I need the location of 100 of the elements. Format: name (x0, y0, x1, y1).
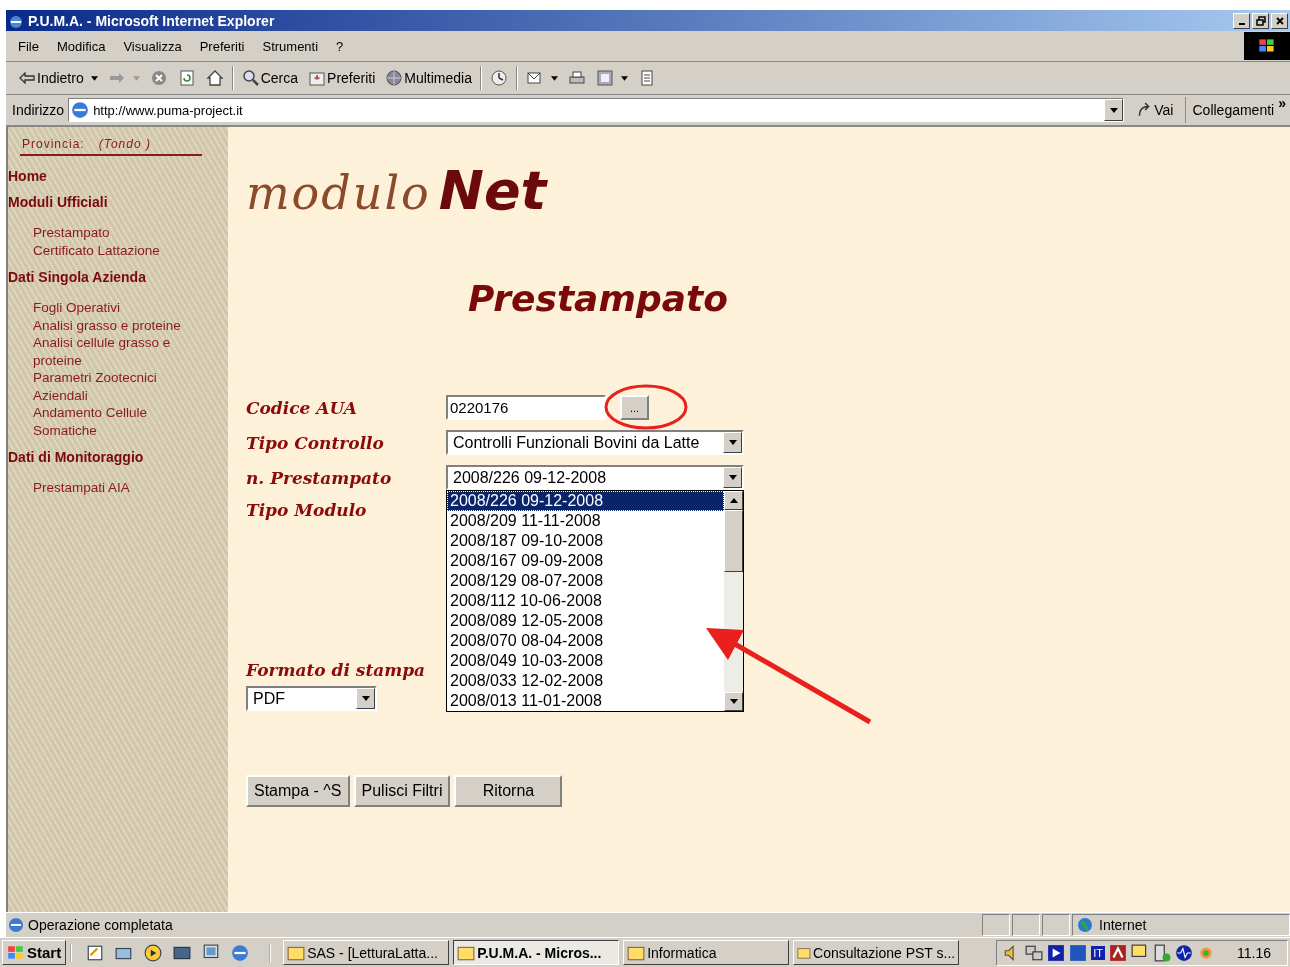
province-label: Provincia: (22, 137, 85, 151)
caret-icon (90, 75, 98, 81)
dropdown-option[interactable]: 2008/070 08-04-2008 (447, 631, 604, 651)
dropdown-option[interactable]: 2008/187 09-10-2008 (447, 531, 604, 551)
network-icon[interactable] (1025, 943, 1044, 962)
dropdown-option[interactable]: 2008/089 12-05-2008 (447, 611, 604, 631)
status-panel (1012, 914, 1040, 936)
taskbar-button[interactable]: Consultazione PST s... (793, 940, 960, 965)
search-icon (241, 69, 260, 87)
dropdown-option[interactable]: 2008/013 11-01-2008 (447, 691, 602, 711)
dropdown-option[interactable]: 2008/112 10-06-2008 (447, 591, 602, 611)
status-text: Operazione completata (28, 917, 173, 933)
taskbar-button[interactable]: Informatica (623, 940, 790, 965)
toolbar-button[interactable]: Cerca (237, 67, 303, 89)
close-icon (1274, 15, 1285, 26)
media-player-icon[interactable] (144, 943, 163, 962)
windows-flag-icon (7, 943, 25, 962)
scroll-up-icon (729, 498, 738, 503)
sidebar-link[interactable]: Prestampati AIA (33, 479, 208, 497)
globe-icon (385, 69, 404, 87)
scrollbar[interactable] (724, 491, 743, 711)
field-label: Tipo Controllo (246, 432, 385, 453)
dropdown-option[interactable]: 2008/226 09-12-2008 (447, 491, 724, 511)
address-label: Indirizzo (12, 102, 65, 118)
tray-icon[interactable] (1109, 943, 1127, 962)
restore-button[interactable] (1252, 12, 1269, 29)
menu-item[interactable]: Visualizza (115, 38, 192, 54)
back-arrow-icon (18, 69, 36, 87)
field-label: n. Prestampato (246, 467, 393, 488)
dropdown-option[interactable]: 2008/033 12-02-2008 (447, 671, 604, 691)
field-label: Tipo Modulo (246, 500, 368, 520)
sidebar-link[interactable]: Analisi cellule grasso e proteine (33, 334, 208, 369)
stop-icon (149, 69, 168, 87)
sidebar-section-link[interactable]: Dati di Monitoraggio (8, 449, 228, 465)
window-title: P.U.M.A. - Microsoft Internet Explorer (28, 12, 276, 29)
dropdown-arrow-icon (728, 440, 737, 445)
printer-icon (568, 69, 586, 87)
print-format-select[interactable]: PDF (246, 686, 377, 711)
sidebar-section-link[interactable]: Dati Singola Azienda (8, 269, 228, 285)
menu-item[interactable]: ? (328, 38, 354, 54)
sidebar-link[interactable]: Prestampato (33, 224, 208, 242)
sidebar-link[interactable]: Fogli Operativi (33, 299, 208, 317)
status-panel (982, 914, 1010, 936)
go-button[interactable]: Vai (1124, 97, 1187, 123)
sidebar-link[interactable]: Andamento Cellule Somatiche (33, 404, 208, 439)
sidebar-section-link[interactable]: Moduli Ufficiali (8, 194, 228, 210)
menu-item[interactable]: File (10, 38, 49, 54)
envelope-icon (526, 69, 544, 87)
notepad-icon[interactable] (86, 943, 105, 962)
toolbar-button[interactable]: Preferiti (304, 67, 380, 89)
globe-icon (1077, 917, 1093, 933)
sidebar-link[interactable]: Analisi grasso e proteine (33, 316, 208, 334)
server-icon[interactable] (1153, 943, 1171, 962)
form-button[interactable]: Stampa - ^S (246, 775, 350, 807)
sidebar-section-link[interactable]: Home (8, 168, 228, 184)
language-indicator[interactable]: IT (1091, 945, 1105, 960)
play-icon[interactable] (1047, 943, 1066, 962)
wave-icon[interactable] (1175, 943, 1193, 962)
preprint-number-select[interactable]: 2008/226 09-12-2008 (446, 465, 744, 490)
toolbar-button[interactable]: Multimedia (381, 67, 476, 89)
clock-icon (490, 69, 508, 87)
scroll-down-icon (729, 699, 738, 704)
taskbar-button[interactable]: P.U.M.A. - Micros... (453, 940, 620, 965)
code-input-field[interactable]: 0220176 (446, 395, 606, 420)
page-title: Prestampato (468, 278, 729, 319)
caret-icon (132, 75, 140, 81)
clock: 11.16 (1237, 944, 1271, 961)
start-button[interactable]: Start (2, 940, 67, 965)
dropdown-option[interactable]: 2008/167 09-09-2008 (447, 551, 604, 571)
status-panel (1042, 914, 1070, 936)
menu-item[interactable]: Strumenti (254, 38, 329, 54)
close-button[interactable] (1271, 12, 1288, 29)
field-label: Codice AUA (246, 397, 358, 418)
sidebar-link[interactable]: Parametri Zootecnici Aziendali (33, 369, 208, 404)
minimize-icon (1238, 22, 1245, 25)
windows-logo (1244, 32, 1290, 60)
dropdown-option[interactable]: 2008/209 11-11-2008 (447, 511, 601, 531)
taskbar-button[interactable]: SAS - [LetturaLatta... (283, 940, 450, 965)
links-label[interactable]: Collegamenti (1186, 102, 1279, 118)
home-icon (205, 69, 224, 87)
more-links-chevron[interactable]: » (1278, 95, 1290, 111)
refresh-icon (177, 69, 196, 87)
sidebar-link[interactable]: Certificato Lattazione (33, 241, 208, 259)
go-arrow-icon (1136, 102, 1153, 118)
field-label: Formato di stampa (246, 660, 426, 680)
menu-item[interactable]: Preferiti (191, 38, 255, 54)
address-field[interactable]: http://www.puma-project.it (68, 98, 1125, 122)
minimize-button[interactable] (1233, 12, 1250, 29)
caret-icon (621, 75, 628, 81)
logo-script-text: modulo (246, 166, 431, 220)
restore-icon (1255, 15, 1266, 26)
browse-button[interactable]: ... (620, 395, 649, 420)
dropdown-option[interactable]: 2008/129 08-07-2008 (447, 571, 604, 591)
control-type-select[interactable]: Controlli Funzionali Bovini da Latte (446, 430, 744, 455)
menu-item[interactable]: Modifica (48, 38, 116, 54)
dropdown-option[interactable]: 2008/049 10-03-2008 (447, 651, 604, 671)
form-button[interactable]: Pulisci Filtri (353, 775, 451, 807)
province-value: (Tondo ) (98, 137, 151, 151)
toolbar-button[interactable]: Indietro (14, 67, 102, 89)
form-button[interactable]: Ritorna (454, 775, 563, 807)
